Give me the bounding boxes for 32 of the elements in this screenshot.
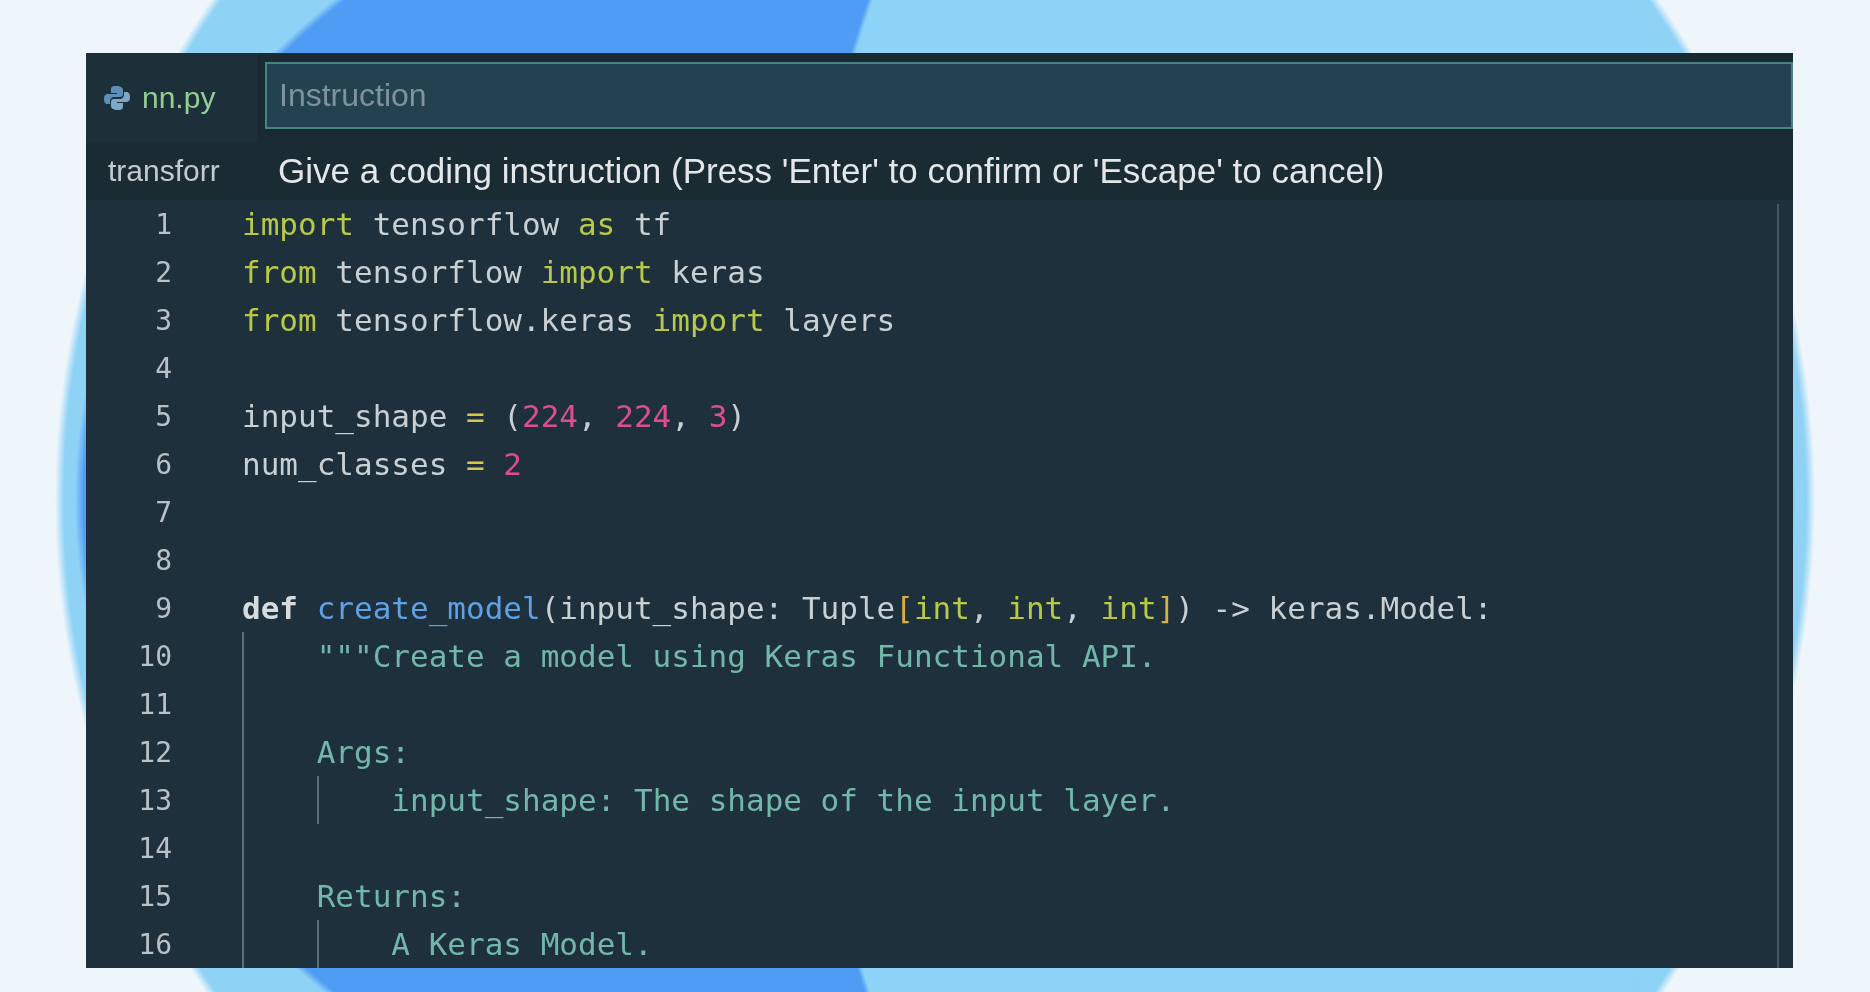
- line-number: 2: [154, 255, 172, 289]
- code-line: input_shape = (224, 224, 3): [242, 398, 746, 434]
- line-number: 1: [154, 207, 172, 241]
- breadcrumb[interactable]: transforr: [86, 154, 236, 188]
- line-number: 13: [137, 783, 172, 817]
- line-number: 3: [154, 303, 172, 337]
- code-line: input_shape: The shape of the input layer.: [391, 782, 1176, 818]
- line-number: 10: [137, 639, 172, 673]
- line-number: 15: [137, 879, 172, 913]
- line-number: 14: [137, 831, 172, 865]
- code-line: from tensorflow import keras: [242, 254, 765, 290]
- line-number: 11: [137, 687, 172, 721]
- file-tab[interactable]: nn.py: [86, 53, 258, 142]
- code-line: Returns:: [316, 878, 466, 914]
- code-line: import tensorflow as tf: [242, 206, 672, 242]
- instruction-hint: Give a coding instruction (Press 'Enter' to confirm or 'Escape' to cancel): [278, 151, 1385, 191]
- line-number: 4: [154, 351, 172, 385]
- line-number: 12: [137, 735, 172, 769]
- code-line: def create_model(input_shape: Tuple[int, int, int]) -> keras.Model:: [242, 590, 1493, 626]
- code-line: Args:: [316, 734, 410, 770]
- code-line: num_classes = 2: [242, 446, 522, 482]
- line-number: 5: [154, 399, 172, 433]
- code-line: A Keras Model.: [391, 926, 653, 962]
- line-number: 6: [154, 447, 172, 481]
- code-line: """Create a model using Keras Functional API.: [316, 638, 1157, 674]
- instruction-field[interactable]: Instruction: [265, 62, 1793, 129]
- python-icon: [104, 84, 130, 111]
- line-number: 16: [137, 927, 172, 961]
- line-number: 9: [154, 591, 172, 625]
- line-number: 7: [154, 495, 172, 529]
- code-line: from tensorflow.keras import layers: [242, 302, 896, 338]
- line-number: 8: [154, 543, 172, 577]
